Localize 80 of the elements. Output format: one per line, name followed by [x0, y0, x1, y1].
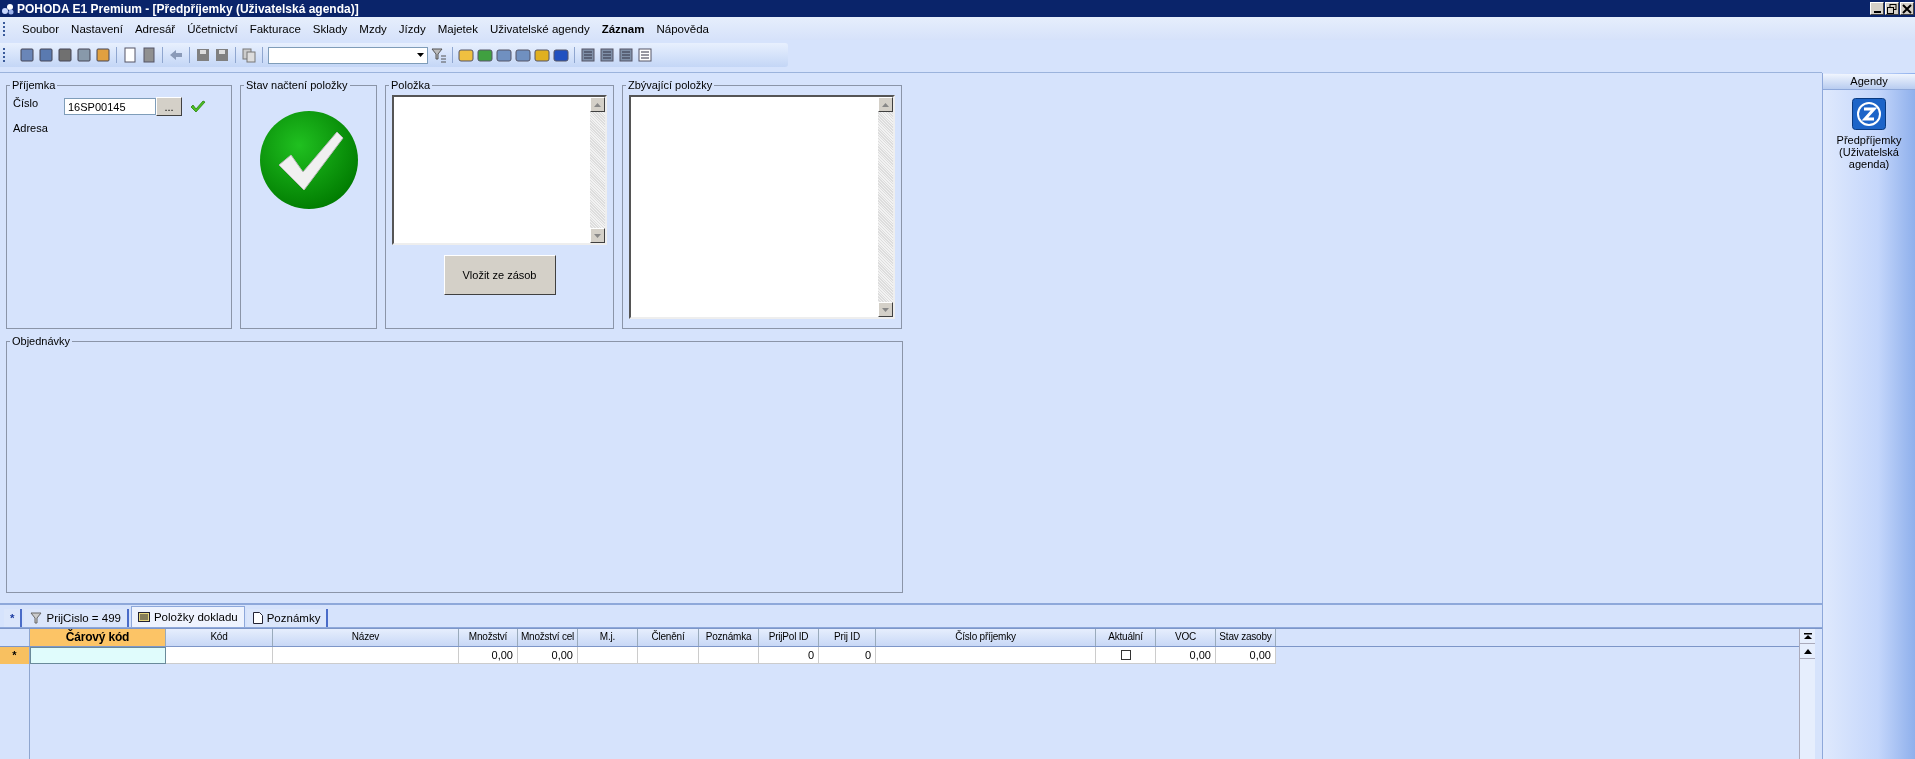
restore-icon [1887, 3, 1897, 14]
table-cell: 0,00 [518, 647, 578, 664]
table-cell [638, 647, 699, 664]
column-header[interactable]: Číslo příjemky [876, 629, 1096, 646]
menu-item[interactable]: Nápověda [650, 22, 715, 35]
group-title: Objednávky [11, 335, 72, 347]
group-title: Položka [390, 79, 432, 91]
back-arrow-icon[interactable] [168, 47, 184, 63]
column-header[interactable]: Aktuální [1096, 629, 1156, 646]
column-header[interactable]: Prij ID [819, 629, 876, 646]
list-icon [137, 612, 150, 622]
column-header[interactable]: Množství [459, 629, 518, 646]
column-header[interactable]: Název [273, 629, 459, 646]
agenda-icon[interactable] [1852, 98, 1886, 130]
checkbox[interactable] [1120, 650, 1131, 660]
save-icon[interactable] [195, 47, 211, 63]
checkmark-icon [190, 99, 206, 114]
menu-item[interactable]: Fakturace [243, 22, 307, 35]
table-cell: 0 [819, 647, 876, 664]
filter-icon[interactable] [431, 47, 447, 63]
menu-item[interactable]: Záznam [595, 22, 651, 35]
group-title: Stav načtení položky [245, 79, 349, 91]
column-header[interactable]: Poznámka [699, 629, 759, 646]
column-header[interactable]: Čárový kód [30, 629, 166, 646]
save-all-icon[interactable] [214, 47, 230, 63]
tab[interactable]: PrijCislo = 499 [24, 609, 129, 627]
scrollbar[interactable] [1799, 629, 1815, 759]
table-cell: 0,00 [459, 647, 518, 664]
column-header[interactable]: VOC [1156, 629, 1216, 646]
group-title: Zbývající položky [627, 79, 714, 91]
list-box[interactable] [392, 95, 607, 245]
filter-icon [30, 612, 43, 624]
table-cell: 0,00 [1216, 647, 1276, 664]
edit-cell[interactable] [30, 647, 166, 664]
column-header[interactable]: PrijPol ID [759, 629, 819, 646]
tab[interactable]: Poznámky [246, 609, 329, 627]
field-label: Adresa [13, 122, 49, 134]
scroll-to-top-icon[interactable] [1803, 633, 1812, 639]
window-title: POHODA E1 Premium - [Předpříjemky (Uživatelská agenda)] [17, 1, 359, 16]
menu-item[interactable]: Mzdy [353, 22, 393, 35]
group-title: Příjemka [11, 79, 57, 91]
list-icon[interactable] [618, 47, 634, 63]
table-cell: 0,00 [1156, 647, 1216, 664]
restore-button[interactable] [1885, 2, 1899, 15]
close-icon [1902, 3, 1912, 14]
menu-item[interactable]: Nastavení [65, 22, 129, 35]
menu-item[interactable]: Uživatelské agendy [483, 22, 596, 35]
table-cell [699, 647, 759, 664]
minimize-button[interactable] [1870, 2, 1884, 15]
column-header[interactable]: M.j. [578, 629, 638, 646]
tab[interactable]: * [4, 609, 23, 627]
menu-item[interactable]: Sklady [306, 22, 354, 35]
document-icon[interactable] [122, 47, 138, 63]
browse-button[interactable]: ... [156, 97, 182, 116]
list-icon[interactable] [580, 47, 596, 63]
column-header[interactable]: Stav zasoby [1216, 629, 1276, 646]
agenda-item[interactable]: Předpříjemky (Uživatelská agenda) [1829, 134, 1909, 170]
column-header[interactable]: Členění [638, 629, 699, 646]
field-label: Číslo [13, 97, 40, 109]
menu-item[interactable]: Účetnictví [181, 22, 244, 35]
column-header[interactable]: Množství cel [518, 629, 578, 646]
tab[interactable]: Položky dokladu [130, 606, 245, 627]
insert-from-stock-button[interactable]: Vložit ze zásob [443, 255, 556, 295]
app-logo-icon [2, 2, 14, 15]
close-button[interactable] [1900, 2, 1914, 15]
menu-item[interactable]: Soubor [16, 22, 66, 35]
number-field[interactable]: 16SP00145 [64, 98, 156, 115]
sidebar-header: Agendy [1823, 74, 1915, 90]
menu-item[interactable]: Jízdy [392, 22, 432, 35]
filter-combo-box[interactable] [268, 46, 428, 64]
table-cell [578, 647, 638, 664]
row-marker: * [0, 647, 30, 664]
list-icon[interactable] [599, 47, 615, 63]
table-cell: 0 [759, 647, 819, 664]
scroll-up-icon[interactable] [1803, 648, 1812, 654]
document-icon [252, 612, 263, 624]
minimize-icon [1873, 10, 1881, 13]
menu-item[interactable]: Majetek [431, 22, 484, 35]
menu-item[interactable]: Adresář [128, 22, 182, 35]
column-header[interactable]: Kód [166, 629, 273, 646]
